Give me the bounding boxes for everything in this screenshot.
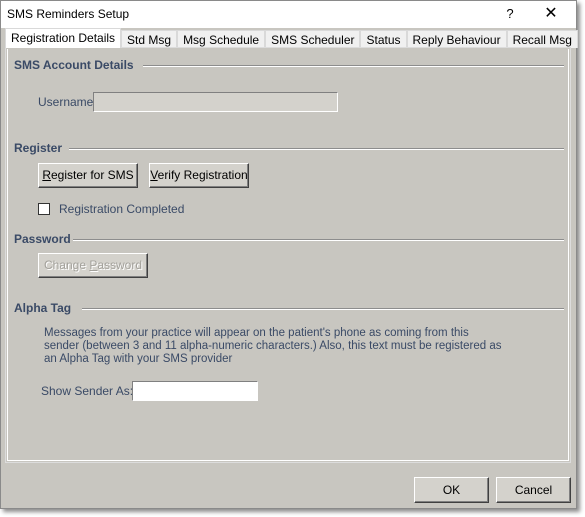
registration-completed-label: Registration Completed	[59, 202, 185, 216]
verify-registration-button[interactable]: Verify Registration	[149, 163, 249, 188]
button-label: erify Registration	[157, 168, 248, 182]
help-button[interactable]: ?	[500, 4, 520, 24]
registration-completed-checkbox[interactable]	[38, 203, 50, 215]
section-divider	[69, 148, 564, 150]
close-button[interactable]: ✕	[539, 4, 563, 24]
section-title-password: Password	[14, 232, 71, 246]
cancel-button[interactable]: Cancel	[496, 477, 571, 503]
registration-details-panel: SMS Account Details Username: Register R…	[5, 47, 571, 463]
close-icon: ✕	[544, 5, 558, 22]
show-sender-as-label: Show Sender As:	[41, 384, 134, 398]
tab-msg-schedule[interactable]: Msg Schedule	[177, 30, 266, 48]
ok-button[interactable]: OK	[414, 477, 489, 503]
tab-status[interactable]: Status	[360, 30, 407, 48]
alpha-tag-description: Messages from your practice will appear …	[44, 327, 502, 365]
register-for-sms-button[interactable]: Register for SMS	[38, 163, 138, 188]
title-bar: SMS Reminders Setup ? ✕	[1, 1, 576, 28]
sms-reminders-setup-dialog: SMS Reminders Setup ? ✕ Registration Det…	[0, 0, 578, 509]
tab-strip: Registration Details Std Msg Msg Schedule S…	[5, 28, 578, 48]
username-field[interactable]	[93, 92, 338, 112]
tab-std-msg[interactable]: Std Msg	[121, 30, 178, 48]
section-divider	[143, 65, 564, 67]
show-sender-as-field[interactable]	[132, 381, 258, 401]
window-title: SMS Reminders Setup	[7, 7, 130, 21]
tab-registration-details[interactable]: Registration Details	[5, 28, 122, 48]
section-divider	[73, 239, 564, 241]
tab-sms-scheduler[interactable]: SMS Scheduler	[265, 30, 361, 48]
change-password-button[interactable]: Change Password	[38, 253, 148, 278]
button-label: assword	[97, 258, 143, 272]
username-label: Username:	[38, 95, 97, 109]
tab-recall-msg[interactable]: Recall Msg	[506, 30, 578, 48]
section-title-register: Register	[14, 141, 63, 155]
mnemonic-v: V	[150, 168, 158, 182]
section-title-sms-account-details: SMS Account Details	[14, 58, 134, 72]
button-label: egister for SMS	[50, 168, 134, 182]
mnemonic-r: R	[42, 168, 51, 182]
section-divider	[82, 308, 564, 310]
button-label: Change	[43, 258, 90, 272]
section-title-alpha-tag: Alpha Tag	[14, 301, 72, 315]
tab-reply-behaviour[interactable]: Reply Behaviour	[406, 30, 507, 48]
